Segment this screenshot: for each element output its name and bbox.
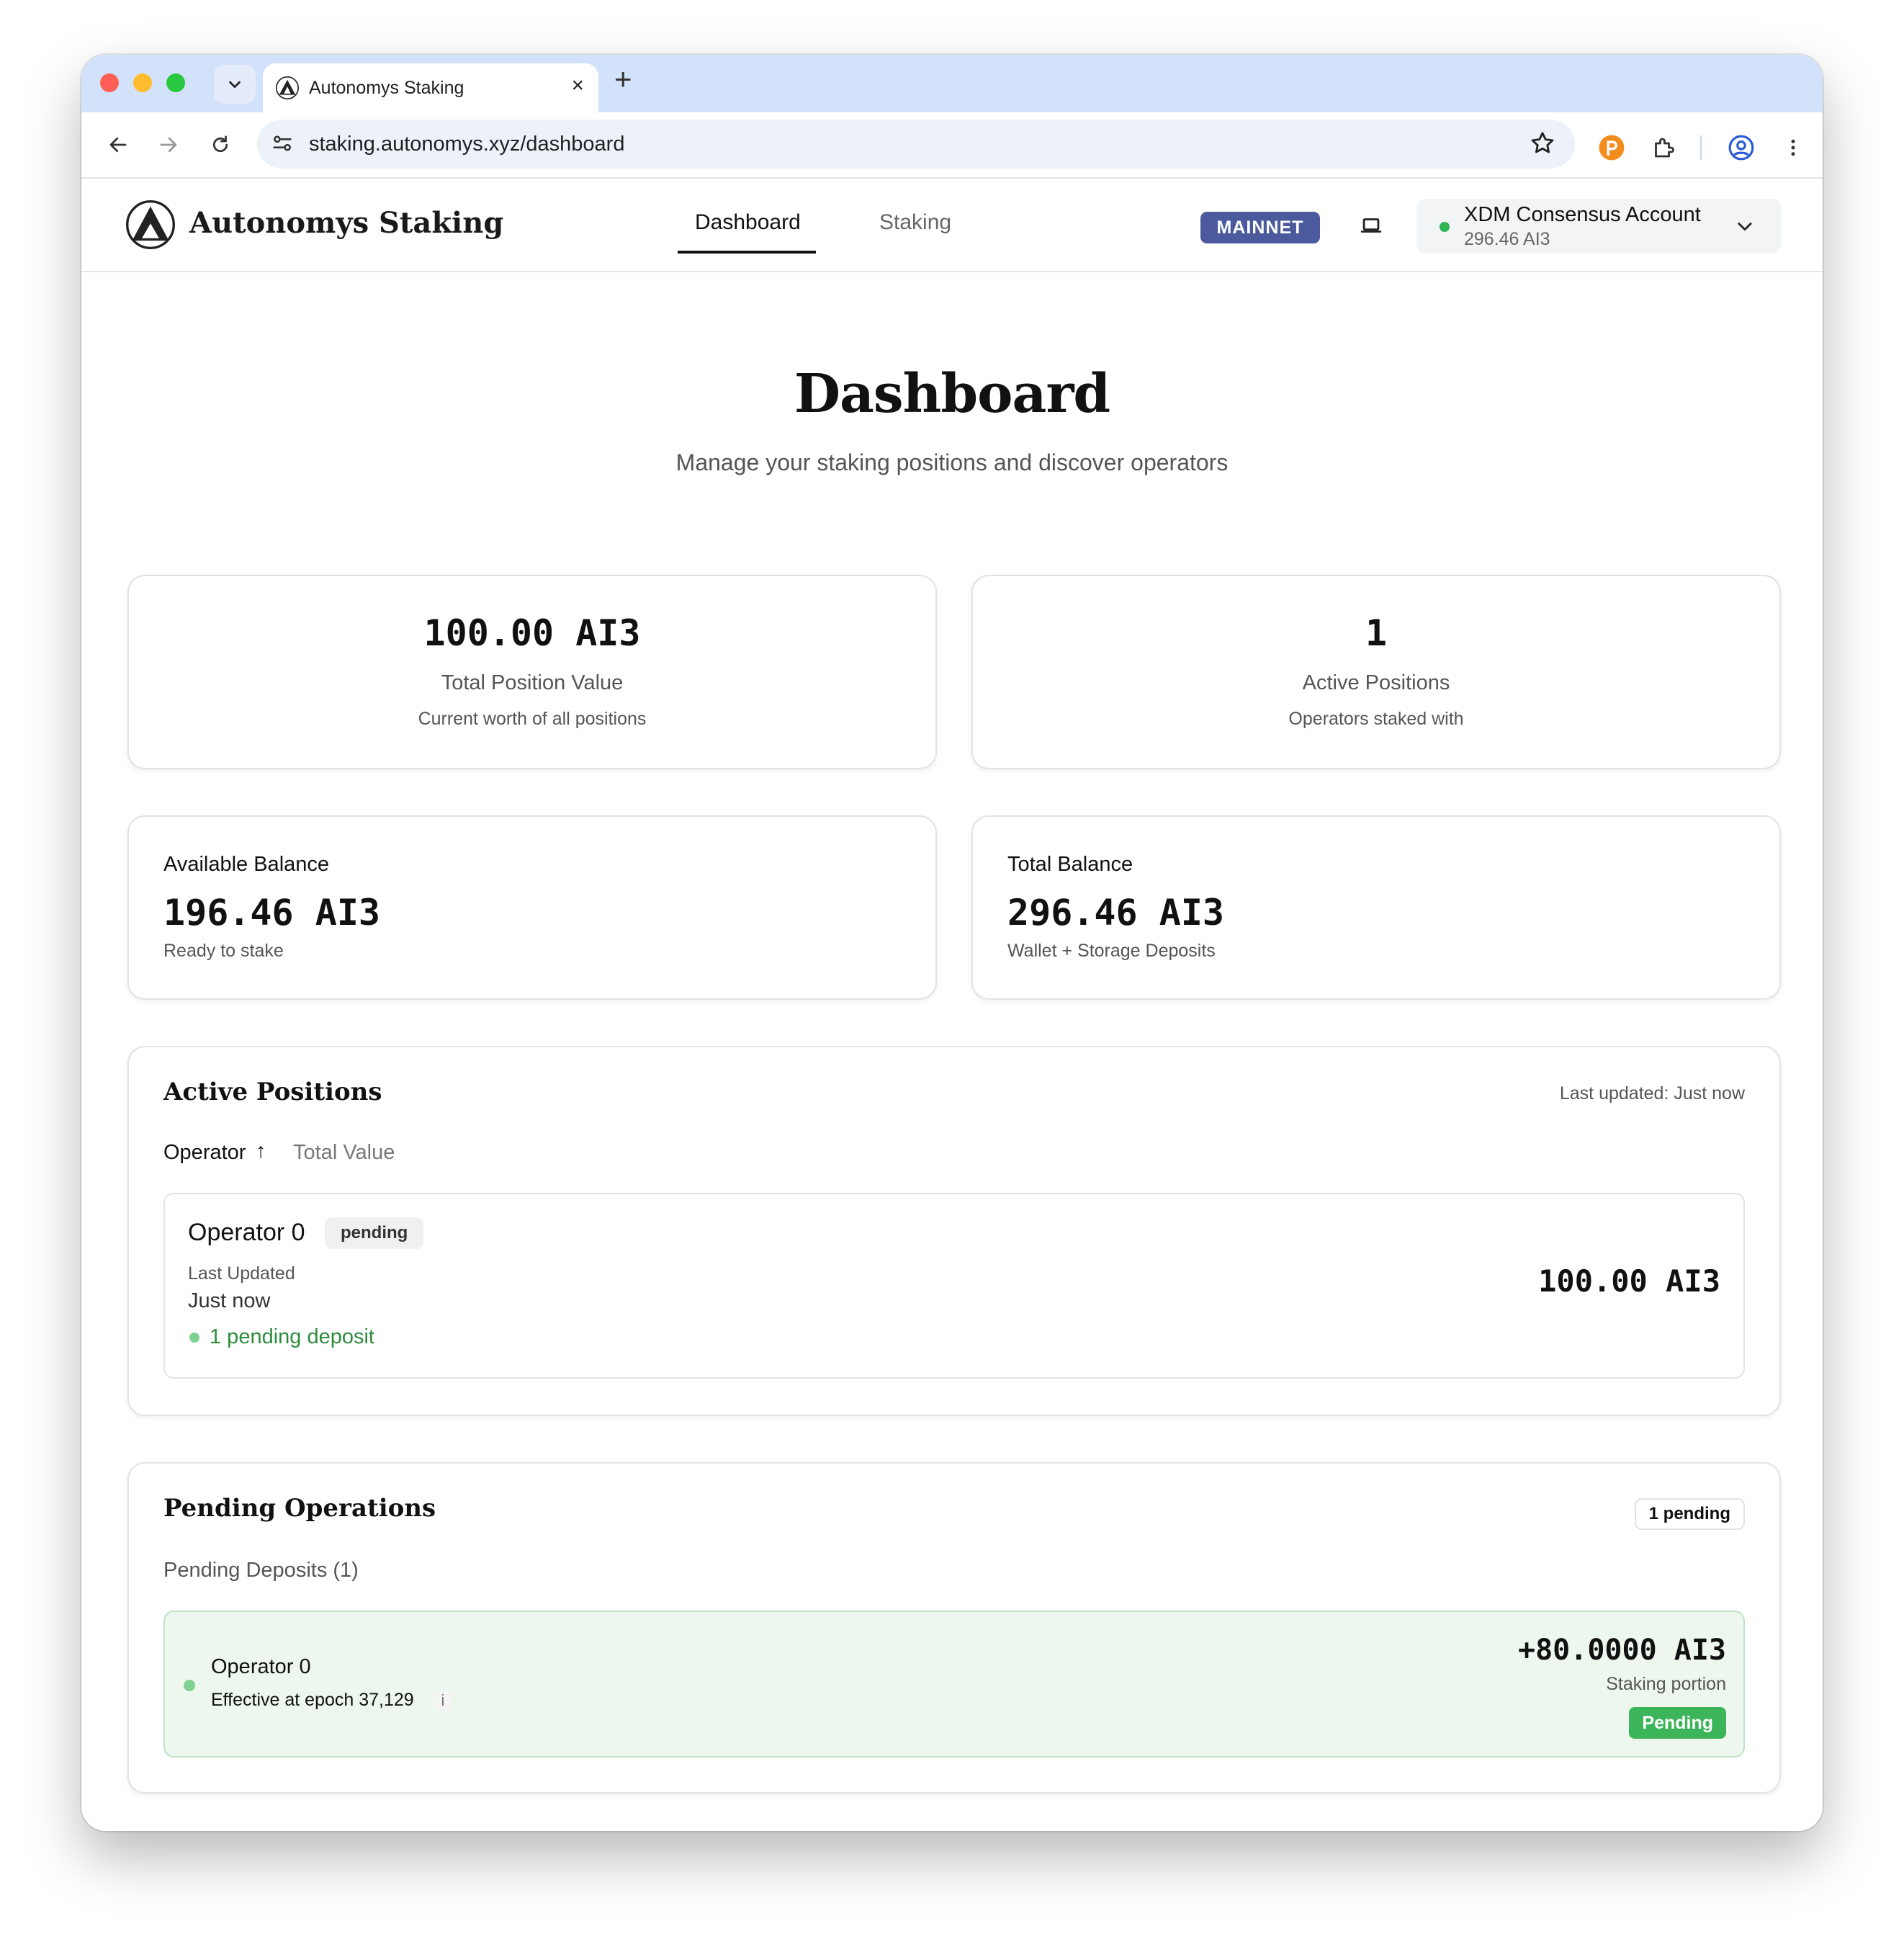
total-balance-card: Total Balance 296.46 AI3 Wallet + Storag…	[971, 815, 1781, 1000]
pending-operations-section: Pending Operations 1 pending Pending Dep…	[127, 1462, 1781, 1794]
autonomys-logo-icon[interactable]	[126, 200, 175, 249]
connected-status-dot	[1440, 222, 1450, 232]
pending-dot-icon	[189, 1333, 199, 1343]
available-balance-card: Available Balance 196.46 AI3 Ready to st…	[127, 815, 937, 1000]
profile-avatar-icon[interactable]	[1725, 131, 1758, 164]
active-positions-section: Active Positions Last updated: Just now …	[127, 1046, 1781, 1416]
position-value: 100.00 AI3	[1538, 1263, 1720, 1299]
reload-icon	[212, 135, 228, 153]
balance-label: Total Balance	[1007, 853, 1133, 876]
chevron-down-icon	[229, 81, 241, 89]
toolbar-divider	[1700, 135, 1702, 160]
balance-value: 196.46 AI3	[163, 892, 381, 933]
tab-search-button[interactable]	[214, 65, 256, 104]
tab-title: Autonomys Staking	[309, 78, 464, 98]
deposit-amount: +80.0000 AI3	[1518, 1634, 1726, 1667]
tab-strip: Autonomys Staking × +	[81, 55, 1823, 112]
balance-label: Available Balance	[163, 853, 330, 876]
back-button[interactable]	[102, 128, 135, 161]
nav-active-indicator	[678, 251, 816, 254]
new-tab-button[interactable]: +	[614, 62, 632, 97]
close-window-button[interactable]	[100, 73, 119, 92]
balance-value: 296.46 AI3	[1007, 892, 1225, 933]
operator-name: Operator 0	[188, 1219, 305, 1246]
minimize-window-button[interactable]	[133, 73, 152, 92]
laptop-icon[interactable]	[1359, 213, 1383, 238]
forward-button[interactable]	[152, 128, 185, 161]
pending-deposits-heading: Pending Deposits (1)	[163, 1559, 359, 1582]
effective-epoch: Effective at epoch 37,129	[211, 1690, 414, 1710]
stat-value: 1	[1365, 612, 1388, 654]
site-settings-icon[interactable]	[270, 131, 295, 156]
pending-dot-icon	[184, 1680, 195, 1691]
position-row[interactable]: Operator 0 pending Last Updated Just now…	[163, 1193, 1745, 1379]
page-content: Autonomys Staking Dashboard Staking MAIN…	[81, 179, 1823, 1831]
section-title: Active Positions	[163, 1078, 382, 1106]
last-updated-label: Last Updated	[188, 1263, 295, 1284]
stat-label: Total Position Value	[441, 671, 624, 694]
brand-name[interactable]: Autonomys Staking	[189, 206, 503, 240]
extensions-puzzle-icon[interactable]	[1647, 131, 1680, 164]
balance-description: Wallet + Storage Deposits	[1007, 941, 1216, 961]
stat-label: Active Positions	[1302, 671, 1450, 694]
account-selector[interactable]: XDM Consensus Account 296.46 AI3	[1416, 199, 1781, 254]
page-subtitle: Manage your staking positions and discov…	[675, 449, 1229, 475]
browser-tab-active[interactable]: Autonomys Staking ×	[263, 63, 598, 112]
stat-value: 100.00 AI3	[423, 612, 641, 654]
browser-window: Autonomys Staking × + staking.autonomys.…	[81, 55, 1823, 1831]
sort-ascending-icon: ↑	[256, 1139, 266, 1163]
browser-menu-icon[interactable]	[1777, 131, 1810, 164]
pending-count-badge: 1 pending	[1634, 1498, 1745, 1530]
balance-description: Ready to stake	[163, 941, 284, 961]
chevron-down-icon	[1738, 223, 1752, 231]
status-badge: Pending	[1629, 1707, 1726, 1739]
bookmark-star-icon[interactable]	[1529, 130, 1556, 157]
address-bar[interactable]: staking.autonomys.xyz/dashboard	[257, 120, 1575, 169]
total-position-value-card: 100.00 AI3 Total Position Value Current …	[127, 575, 937, 769]
app-header: Autonomys Staking Dashboard Staking MAIN…	[81, 179, 1823, 272]
pending-deposit-row[interactable]: Operator 0 Effective at epoch 37,129 i +…	[163, 1611, 1745, 1757]
network-badge[interactable]: MAINNET	[1200, 212, 1320, 243]
account-balance: 296.46 AI3	[1464, 229, 1550, 249]
extension-p-icon[interactable]	[1595, 131, 1628, 164]
account-name: XDM Consensus Account	[1464, 203, 1701, 226]
active-positions-card: 1 Active Positions Operators staked with	[971, 575, 1781, 769]
sort-by-operator-button[interactable]: Operator	[163, 1141, 246, 1165]
page-title: Dashboard	[794, 363, 1110, 425]
stat-description: Operators staked with	[1288, 709, 1464, 729]
arrow-left-icon	[109, 137, 127, 153]
stat-description: Current worth of all positions	[418, 709, 647, 729]
url-text[interactable]: staking.autonomys.xyz/dashboard	[309, 133, 624, 156]
reload-button[interactable]	[204, 128, 237, 161]
pending-deposit-note: 1 pending deposit	[210, 1325, 374, 1348]
status-badge: pending	[325, 1217, 424, 1249]
deposit-portion-label: Staking portion	[1606, 1674, 1726, 1694]
tab-close-icon[interactable]: ×	[571, 73, 584, 98]
autonomys-logo-icon	[276, 76, 299, 99]
nav-tab-staking[interactable]: Staking	[879, 210, 951, 235]
maximize-window-button[interactable]	[166, 73, 185, 92]
nav-tab-dashboard[interactable]: Dashboard	[695, 210, 801, 235]
operator-name: Operator 0	[211, 1655, 311, 1678]
last-updated-value: Just now	[188, 1289, 271, 1312]
last-updated-text: Last updated: Just now	[1559, 1083, 1745, 1103]
sort-by-value-button[interactable]: Total Value	[293, 1141, 395, 1165]
section-title: Pending Operations	[163, 1494, 436, 1523]
info-icon[interactable]: i	[434, 1691, 452, 1710]
arrow-right-icon	[160, 137, 177, 153]
